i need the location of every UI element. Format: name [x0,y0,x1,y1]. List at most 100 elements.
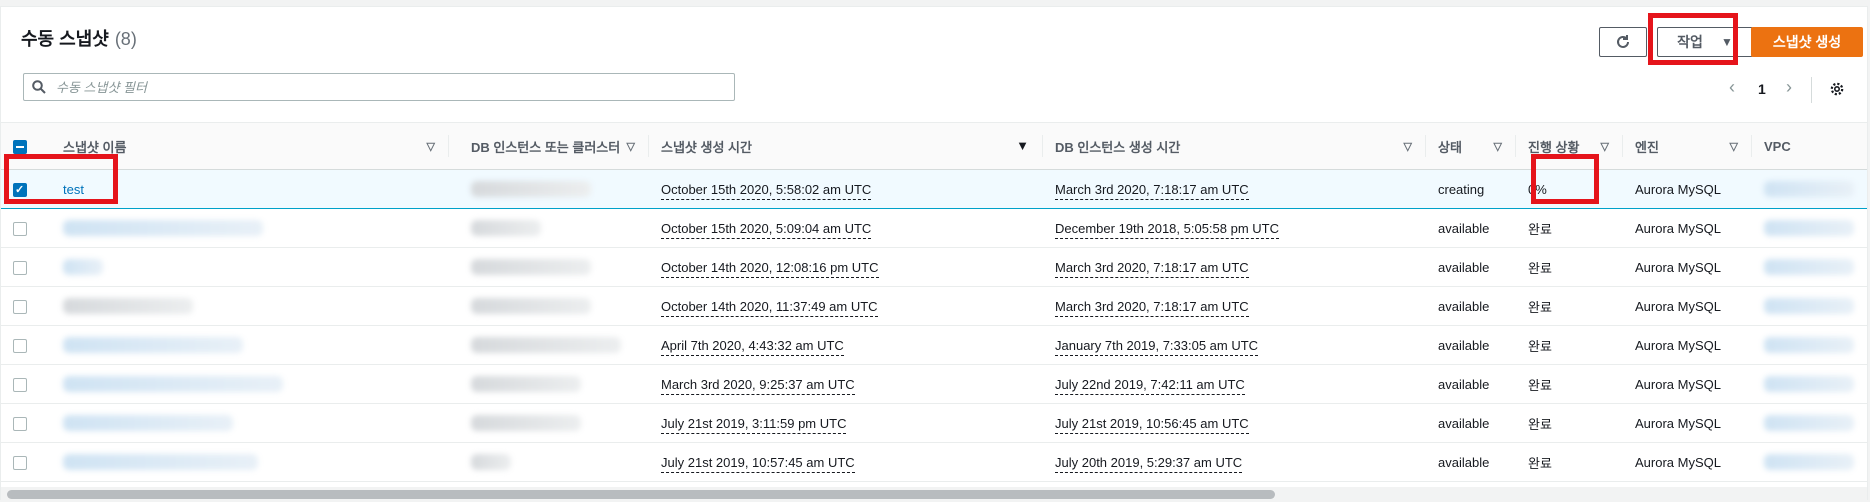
redacted-name[interactable] [63,454,258,471]
chevron-left-icon[interactable]: ‹ [1729,77,1735,98]
row-select-cell [1,247,51,287]
filter-box[interactable] [23,73,735,101]
table-row[interactable]: October 14th 2020, 11:37:49 am UTC March… [1,286,1867,326]
col-label: 스냅샷 이름 [63,139,127,155]
actions-dropdown-button[interactable]: 작업 ▼ [1657,27,1753,57]
redacted-name[interactable] [63,298,193,315]
instance-time-cell: July 21st 2019, 10:56:45 am UTC [1043,403,1426,443]
snapshot-time-cell: October 15th 2020, 5:09:04 am UTC [649,208,1043,248]
select-all-checkbox[interactable] [13,139,27,154]
create-snapshot-button[interactable]: 스냅샷 생성 [1751,27,1863,57]
instance-cell [449,169,649,209]
page-number[interactable]: 1 [1758,81,1766,97]
col-header-progress[interactable]: 진행 상황 ▽ [1516,122,1623,170]
progress-cell: 완료 [1516,208,1623,248]
redacted-name[interactable] [63,337,243,354]
status-cell: available [1426,247,1516,287]
instance-time-cell: March 3rd 2020, 7:18:17 am UTC [1043,169,1426,209]
instance-time: March 3rd 2020, 7:18:17 am UTC [1055,259,1249,278]
redacted-instance [471,415,581,432]
instance-cell [449,325,649,365]
snapshot-name-link[interactable]: test [63,182,84,197]
col-header-instance[interactable]: DB 인스턴스 또는 클러스터 ▽ [449,122,649,170]
status-cell: available [1426,286,1516,326]
row-checkbox[interactable] [13,377,27,392]
redacted-name[interactable] [63,415,233,432]
row-checkbox[interactable] [13,299,27,314]
progress-cell: 0% [1516,169,1623,209]
col-header-instance-time[interactable]: DB 인스턴스 생성 시간 ▽ [1043,122,1426,170]
table-row[interactable]: October 14th 2020, 12:08:16 pm UTC March… [1,247,1867,287]
engine-text: Aurora MySQL [1635,454,1721,470]
status-cell: available [1426,208,1516,248]
redacted-vpc [1764,259,1854,276]
table-row[interactable]: April 7th 2020, 4:43:32 am UTC January 7… [1,325,1867,365]
table-row[interactable]: March 3rd 2020, 9:25:37 am UTC July 22nd… [1,364,1867,404]
progress-text: 완료 [1528,416,1552,432]
engine-text: Aurora MySQL [1635,259,1721,275]
gear-icon[interactable] [1829,81,1845,97]
filter-input[interactable] [54,78,708,96]
table-row[interactable]: test October 15th 2020, 5:58:02 am UTC M… [1,169,1867,209]
col-header-snapshot-time[interactable]: 스냅샷 생성 시간 ▼ [649,122,1043,170]
instance-cell [449,286,649,326]
engine-cell: Aurora MySQL [1623,169,1752,209]
col-header-vpc[interactable]: VPC [1752,122,1867,170]
refresh-button[interactable] [1599,27,1647,57]
redacted-name[interactable] [63,376,283,393]
snapshot-time-cell: October 14th 2020, 12:08:16 pm UTC [649,247,1043,287]
engine-text: Aurora MySQL [1635,181,1721,197]
engine-text: Aurora MySQL [1635,298,1721,314]
status-text: creating [1438,181,1485,197]
row-checkbox[interactable] [13,416,27,431]
redacted-name[interactable] [63,220,263,237]
redacted-vpc [1764,337,1854,354]
col-label: 진행 상황 [1528,139,1580,155]
instance-time-cell: March 3rd 2020, 7:18:17 am UTC [1043,247,1426,287]
snapshot-time-cell: July 21st 2019, 10:57:45 am UTC [649,442,1043,482]
refresh-icon [1617,35,1629,48]
redacted-name[interactable] [63,259,103,276]
table-row[interactable]: July 21st 2019, 10:57:45 am UTC July 20t… [1,442,1867,482]
snapshot-name-cell [51,325,449,365]
snapshot-name-cell [51,442,449,482]
row-checkbox[interactable] [13,455,27,470]
engine-cell: Aurora MySQL [1623,403,1752,443]
col-label: 스냅샷 생성 시간 [661,139,752,155]
horizontal-scrollbar-thumb[interactable] [7,490,1275,499]
progress-cell: 완료 [1516,364,1623,404]
table-row[interactable]: October 15th 2020, 5:09:04 am UTC Decemb… [1,208,1867,248]
row-select-cell [1,364,51,404]
col-header-name[interactable]: 스냅샷 이름 ▽ [51,122,449,170]
progress-text: 완료 [1528,299,1552,315]
engine-text: Aurora MySQL [1635,415,1721,431]
snapshot-time-cell: October 15th 2020, 5:58:02 am UTC [649,169,1043,209]
instance-cell [449,208,649,248]
instance-cell [449,247,649,287]
table-row[interactable]: July 21st 2019, 3:11:59 pm UTC July 21st… [1,403,1867,443]
col-label: 상태 [1438,139,1462,155]
row-checkbox[interactable] [13,260,27,275]
row-checkbox[interactable] [13,182,27,197]
col-header-status[interactable]: 상태 ▽ [1426,122,1516,170]
progress-text: 완료 [1528,221,1552,237]
snapshot-time: October 14th 2020, 11:37:49 am UTC [661,298,878,317]
instance-time: July 22nd 2019, 7:42:11 am UTC [1055,376,1245,395]
col-header-engine[interactable]: 엔진 ▽ [1623,122,1752,170]
instance-time: July 20th 2019, 5:29:37 am UTC [1055,454,1243,473]
redacted-instance [471,454,511,471]
redacted-vpc [1764,415,1854,432]
snapshot-count: (8) [114,29,137,49]
progress-text: 완료 [1528,260,1552,276]
progress-text: 완료 [1528,338,1552,354]
instance-time-cell: December 19th 2018, 5:05:58 pm UTC [1043,208,1426,248]
chevron-right-icon[interactable]: › [1786,77,1792,98]
redacted-vpc [1764,220,1854,237]
status-text: available [1438,220,1490,236]
row-select-cell [1,325,51,365]
sort-desc-icon: ▼ [1016,138,1029,153]
row-checkbox[interactable] [13,221,27,236]
progress-cell: 완료 [1516,442,1623,482]
row-checkbox[interactable] [13,338,27,353]
row-select-cell [1,403,51,443]
